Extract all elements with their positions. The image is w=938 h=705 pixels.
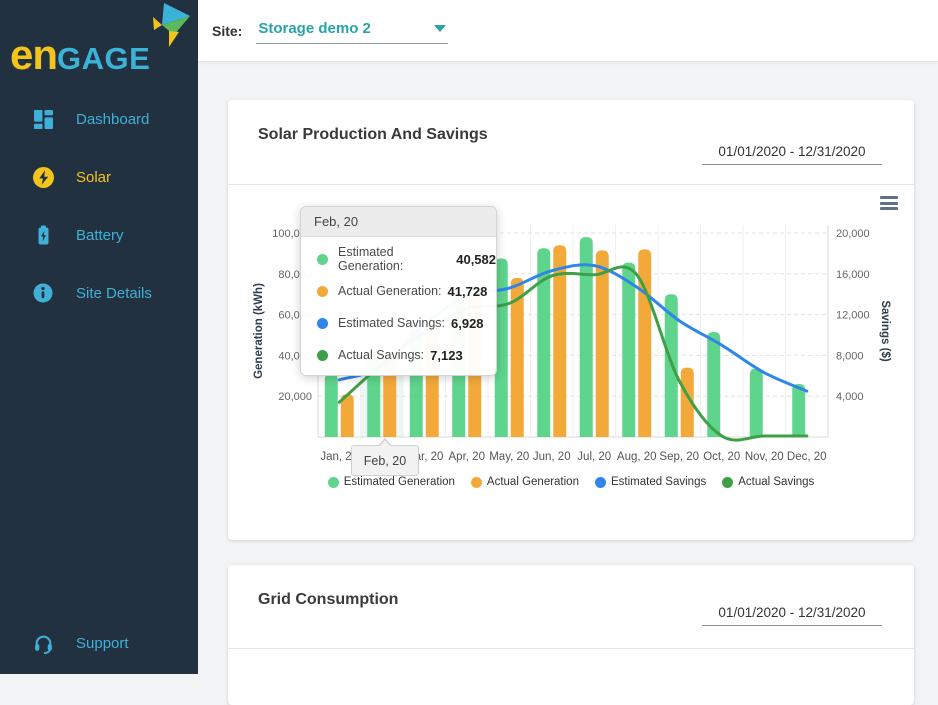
x-axis-tick-label: Sep, 20: [659, 451, 699, 463]
bird-logo-icon: [152, 3, 192, 54]
x-axis-tick-label: Dec, 20: [787, 451, 827, 463]
legend-item-estimated-savings[interactable]: Estimated Savings: [595, 476, 706, 488]
topbar: Site: Storage demo 2: [198, 0, 938, 62]
divider: [228, 648, 914, 649]
series-dot-icon: [317, 254, 328, 265]
legend-label: Estimated Savings: [611, 476, 706, 488]
tooltip-label: Actual Generation:: [338, 284, 442, 298]
dashboard-icon: [32, 108, 54, 130]
right-axis-tick-label: 20,000: [836, 228, 870, 240]
sidebar-item-site-details[interactable]: Site Details: [0, 264, 198, 322]
x-axis-tick-label: May, 20: [489, 451, 529, 463]
sidebar-item-battery[interactable]: Battery: [0, 206, 198, 264]
divider: [228, 184, 914, 185]
tooltip-value: 7,123: [430, 348, 463, 363]
tooltip-title: Feb, 20: [301, 207, 496, 237]
x-axis-tick-label: Nov, 20: [745, 451, 784, 463]
chart-tooltip: Feb, 20 Estimated Generation: 40,582 Act…: [300, 206, 497, 376]
x-axis-tick-label: Jul, 20: [577, 451, 611, 463]
legend-item-actual-savings[interactable]: Actual Savings: [722, 476, 814, 488]
grid-consumption-card: Grid Consumption: [228, 565, 914, 705]
chevron-down-icon: [434, 25, 446, 32]
x-axis-crosshair-label: Feb, 20: [351, 445, 419, 476]
site-select[interactable]: Storage demo 2: [256, 18, 448, 44]
bar-estimated-generation-9[interactable]: [707, 332, 720, 437]
site-label: Site:: [212, 23, 242, 39]
x-axis-tick-label: Oct, 20: [703, 451, 740, 463]
tooltip-row: Actual Savings: 7,123: [301, 339, 496, 371]
date-range-input[interactable]: [702, 144, 882, 165]
battery-icon: [32, 224, 54, 246]
tooltip-row: Estimated Generation: 40,582: [301, 243, 496, 275]
sidebar-item-label: Site Details: [76, 285, 152, 302]
bar-estimated-generation-11[interactable]: [792, 384, 805, 437]
bar-estimated-generation-10[interactable]: [750, 369, 763, 437]
main-content: Solar Production And Savings 20,000 4,000…: [198, 62, 938, 674]
sidebar-item-dashboard[interactable]: Dashboard: [0, 90, 198, 148]
right-axis-tick-label: 12,000: [836, 310, 870, 322]
sidebar-item-label: Solar: [76, 169, 111, 186]
legend-label: Actual Savings: [738, 476, 814, 488]
series-dot-icon: [328, 477, 339, 488]
sidebar-menu: Dashboard Solar Battery: [0, 90, 198, 322]
sidebar-item-support[interactable]: Support: [0, 620, 198, 666]
site-select-value: Storage demo 2: [258, 20, 371, 37]
tooltip-label: Estimated Savings:: [338, 316, 445, 330]
sidebar-item-label: Dashboard: [76, 111, 149, 128]
sidebar-item-label: Battery: [76, 227, 124, 244]
tooltip-value: 6,928: [451, 316, 484, 331]
right-axis-title: Savings ($): [879, 300, 891, 362]
legend-label: Estimated Generation: [344, 476, 455, 488]
bar-estimated-generation-7[interactable]: [622, 263, 635, 437]
legend-item-actual-generation[interactable]: Actual Generation: [471, 476, 579, 488]
headset-icon: [32, 632, 54, 654]
card-title: Grid Consumption: [258, 591, 398, 609]
series-dot-icon: [317, 286, 328, 297]
series-dot-icon: [722, 477, 733, 488]
x-axis-tick-label: Jun, 20: [533, 451, 571, 463]
x-axis-tick-label: Aug, 20: [617, 451, 657, 463]
tooltip-row: Actual Generation: 41,728: [301, 275, 496, 307]
series-dot-icon: [317, 318, 328, 329]
bar-estimated-generation-6[interactable]: [580, 237, 593, 437]
left-axis-tick-label: 20,000: [278, 391, 312, 403]
tooltip-row: Estimated Savings: 6,928: [301, 307, 496, 339]
series-dot-icon: [471, 477, 482, 488]
app-logo[interactable]: en GAGE: [0, 0, 198, 76]
logo-text-gage: GAGE: [57, 42, 150, 76]
sidebar: en GAGE Dashboard: [0, 0, 198, 674]
info-icon: [32, 282, 54, 304]
right-axis-tick-label: 8,000: [836, 350, 864, 362]
legend-item-estimated-generation[interactable]: Estimated Generation: [328, 476, 455, 488]
left-axis-title: Generation (kWh): [253, 283, 265, 379]
series-dot-icon: [595, 477, 606, 488]
right-axis-tick-label: 16,000: [836, 269, 870, 281]
bar-actual-generation-6[interactable]: [596, 250, 609, 437]
tooltip-value: 40,582: [456, 252, 496, 267]
right-axis-tick-label: 4,000: [836, 391, 864, 403]
x-axis-tick-label: Apr, 20: [449, 451, 485, 463]
date-range-input[interactable]: [702, 605, 882, 626]
tooltip-label: Actual Savings:: [338, 348, 424, 362]
chart-legend: Estimated Generation Actual Generation Est…: [228, 472, 914, 492]
legend-label: Actual Generation: [487, 476, 579, 488]
card-title: Solar Production And Savings: [258, 126, 488, 144]
series-dot-icon: [317, 350, 328, 361]
sidebar-item-solar[interactable]: Solar: [0, 148, 198, 206]
solar-production-card: Solar Production And Savings 20,000 4,000…: [228, 100, 914, 540]
logo-text-en: en: [10, 34, 57, 76]
solar-icon: [32, 166, 54, 188]
tooltip-label: Estimated Generation:: [338, 245, 450, 273]
tooltip-value: 41,728: [448, 284, 488, 299]
bar-estimated-generation-0[interactable]: [325, 374, 338, 437]
sidebar-item-label: Support: [76, 635, 129, 652]
